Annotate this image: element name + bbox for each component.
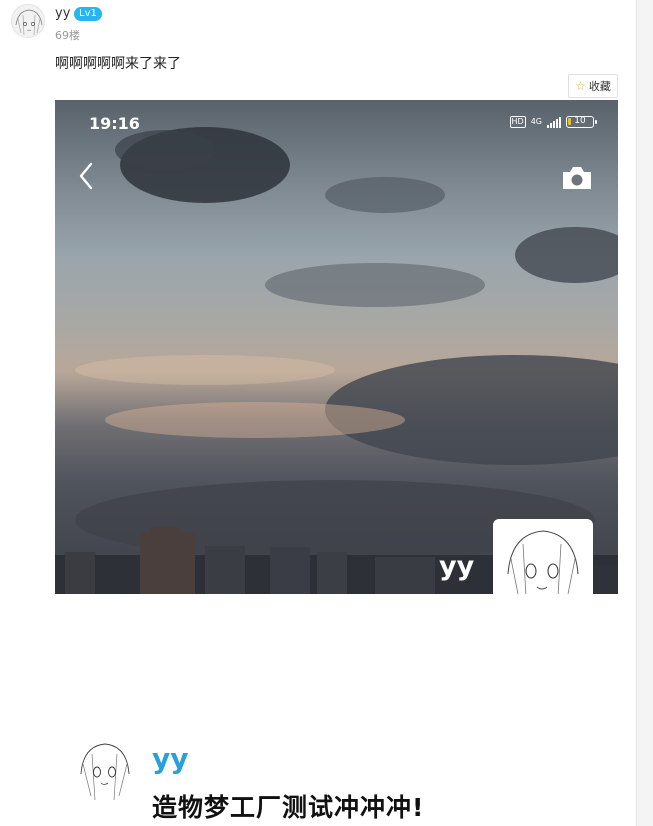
comment-text: 啊啊啊啊啊来了来了 <box>55 56 181 72</box>
camera-icon[interactable] <box>560 164 594 192</box>
status-icons: HD 4G 10 <box>509 116 597 128</box>
username[interactable]: yy <box>55 6 70 21</box>
comment-post: yy Lv1 69楼 啊啊啊啊啊来了来了 ☆ 收藏 19:16 HD 4G 10… <box>0 0 636 826</box>
network-type: 4G <box>530 117 542 126</box>
user-avatar[interactable] <box>11 4 45 38</box>
chevron-left-icon[interactable] <box>75 160 97 192</box>
footer-title: 造物梦工厂测试冲冲冲! <box>152 793 425 822</box>
level-badge: Lv1 <box>74 7 102 21</box>
favorite-label: 收藏 <box>588 80 611 93</box>
footer-username: yy <box>152 742 189 775</box>
battery-icon: 10 <box>566 116 597 128</box>
signal-icon <box>547 116 561 128</box>
hd-icon: HD <box>509 116 526 128</box>
watermark-name: yy <box>439 551 475 582</box>
scrollbar[interactable] <box>636 0 653 826</box>
watermark-avatar <box>493 519 593 594</box>
star-icon: ☆ <box>575 79 586 93</box>
status-time: 19:16 <box>89 114 140 133</box>
posted-photo[interactable]: 19:16 HD 4G 10 yy <box>55 100 618 594</box>
footer-avatar <box>73 738 137 802</box>
favorite-button[interactable]: ☆ 收藏 <box>568 74 618 98</box>
floor-number: 69楼 <box>55 29 80 42</box>
